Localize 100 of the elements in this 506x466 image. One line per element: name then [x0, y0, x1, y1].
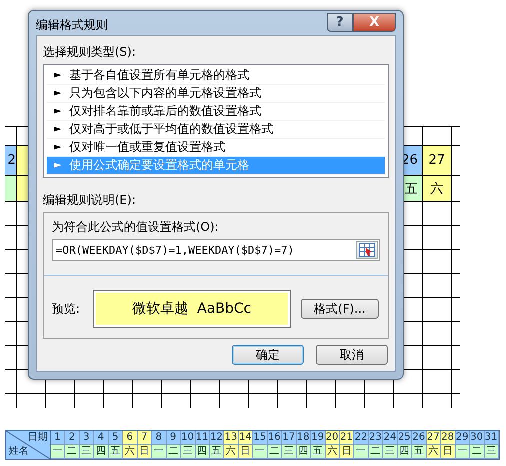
weekday-cell: 二 [470, 445, 485, 459]
arrow-icon: ► [54, 70, 62, 81]
preview-sample: 微软卓越 AaBbCc [96, 293, 288, 325]
help-button[interactable]: ? [327, 13, 353, 32]
sheet-cell [423, 298, 452, 322]
sheet-cell [423, 274, 452, 298]
weekday-cell: 四 [398, 445, 412, 459]
weekday-cell: 日 [340, 445, 354, 459]
rule-type-label: 仅对排名靠前或靠后的数值设置格式 [70, 103, 262, 120]
sheet-cell [423, 202, 452, 226]
rule-type-item[interactable]: ► 只为包含以下内容的单元格设置格式 [47, 85, 385, 103]
day-cell: 9 [166, 431, 182, 445]
day-cell: 26 [412, 431, 427, 445]
day-cell: 21 [340, 431, 354, 445]
weekday-cell: 六 [123, 445, 138, 459]
day-cell: 23 [368, 431, 384, 445]
rule-type-label: 仅对高于或低于平均值的数值设置格式 [70, 121, 274, 138]
weekday-cell: 二 [65, 445, 80, 459]
weekday-cell: 五 [311, 445, 326, 459]
day-cell: 25 [398, 431, 412, 445]
rule-type-item[interactable]: ► 基于各自值设置所有单元格的格式 [47, 67, 385, 85]
sheet-cell [423, 346, 452, 370]
rule-type-label: 选择规则类型(S): [43, 44, 138, 60]
weekday-cell: 二 [166, 445, 182, 459]
preview-label: 预览: [52, 300, 82, 318]
weekday-cell: 三 [181, 445, 196, 459]
rule-type-label: 基于各自值设置所有单元格的格式 [70, 67, 250, 84]
day-cell: 19 [311, 431, 326, 445]
day-cell: 18 [296, 431, 312, 445]
day-cell: 10 [181, 431, 196, 445]
sheet-cell: 六 [423, 176, 452, 202]
rule-type-label: 使用公式确定要设置格式的单元格 [70, 157, 250, 174]
day-cell: 30 [470, 431, 485, 445]
day-cell: 8 [152, 431, 167, 445]
weekday-cell: 三 [484, 445, 499, 459]
arrow-icon: ► [54, 160, 62, 171]
format-button[interactable]: 格式(F)... [301, 299, 379, 319]
name-header: 姓名 [9, 446, 29, 458]
weekday-cell: 三 [282, 445, 297, 459]
day-cell: 24 [383, 431, 398, 445]
day-cell: 13 [224, 431, 239, 445]
weekday-cell: 日 [441, 445, 456, 459]
sheet-cell [423, 370, 452, 394]
formula-field[interactable]: =OR(WEEKDAY($D$7)=1,WEEKDAY($D$7)=7) [52, 239, 380, 261]
day-cell: 27 [426, 431, 442, 445]
weekday-cell: 六 [326, 445, 340, 459]
weekday-cell: 二 [268, 445, 282, 459]
day-cell: 29 [456, 431, 470, 445]
sheet-cell: 27 [423, 146, 452, 176]
cancel-button[interactable]: 取消 [316, 345, 388, 365]
description-label: 编辑规则说明(E): [43, 192, 137, 208]
day-cell: 1 [51, 431, 66, 445]
weekday-cell: 三 [383, 445, 398, 459]
day-cell: 5 [108, 431, 124, 445]
weekday-cell: 五 [108, 445, 124, 459]
weekday-cell: 四 [196, 445, 210, 459]
arrow-icon: ► [54, 88, 62, 99]
day-cell: 12 [210, 431, 224, 445]
weekday-cell: 二 [368, 445, 384, 459]
arrow-icon: ► [54, 124, 62, 135]
range-picker-icon [359, 243, 375, 257]
day-cell: 15 [253, 431, 268, 445]
day-cell: 2 [65, 431, 80, 445]
formula-label: 为符合此公式的值设置格式(O): [52, 219, 220, 235]
day-cell: 17 [282, 431, 297, 445]
weekday-cell: 日 [238, 445, 254, 459]
day-cell: 6 [123, 431, 138, 445]
day-cell: 28 [441, 431, 456, 445]
day-cell: 3 [80, 431, 94, 445]
day-cell: 31 [484, 431, 499, 445]
sheet-cell: 2 [5, 146, 17, 176]
day-cell: 14 [238, 431, 254, 445]
ok-button[interactable]: 确定 [232, 345, 304, 365]
rule-type-item[interactable]: ► 仅对排名靠前或靠后的数值设置格式 [47, 103, 385, 121]
day-cell: 22 [354, 431, 369, 445]
rule-type-label: 仅对唯一值或重复值设置格式 [70, 139, 226, 156]
day-cell: 11 [196, 431, 210, 445]
weekday-cell: 一 [354, 445, 369, 459]
date-header: 日期 [28, 432, 48, 444]
weekday-cell: 五 [412, 445, 427, 459]
day-cell: 7 [138, 431, 152, 445]
sheet-cell [5, 370, 17, 394]
day-cell: 16 [268, 431, 282, 445]
sheet-cell [423, 250, 452, 274]
weekday-cell: 四 [296, 445, 312, 459]
arrow-icon: ► [54, 106, 62, 117]
weekday-cell: 六 [224, 445, 239, 459]
range-picker-button[interactable] [356, 241, 378, 259]
sheet-cell [423, 322, 452, 346]
rule-type-item[interactable]: ► 仅对高于或低于平均值的数值设置格式 [47, 121, 385, 139]
weekday-cell: 一 [253, 445, 268, 459]
weekday-cell: 日 [138, 445, 152, 459]
weekday-cell: 一 [152, 445, 167, 459]
day-cell: 20 [326, 431, 340, 445]
weekday-cell: 六 [426, 445, 442, 459]
rule-type-label: 只为包含以下内容的单元格设置格式 [70, 85, 262, 102]
day-cell: 4 [94, 431, 109, 445]
weekday-cell: 五 [210, 445, 224, 459]
weekday-cell: 三 [80, 445, 94, 459]
weekday-cell: 一 [51, 445, 66, 459]
